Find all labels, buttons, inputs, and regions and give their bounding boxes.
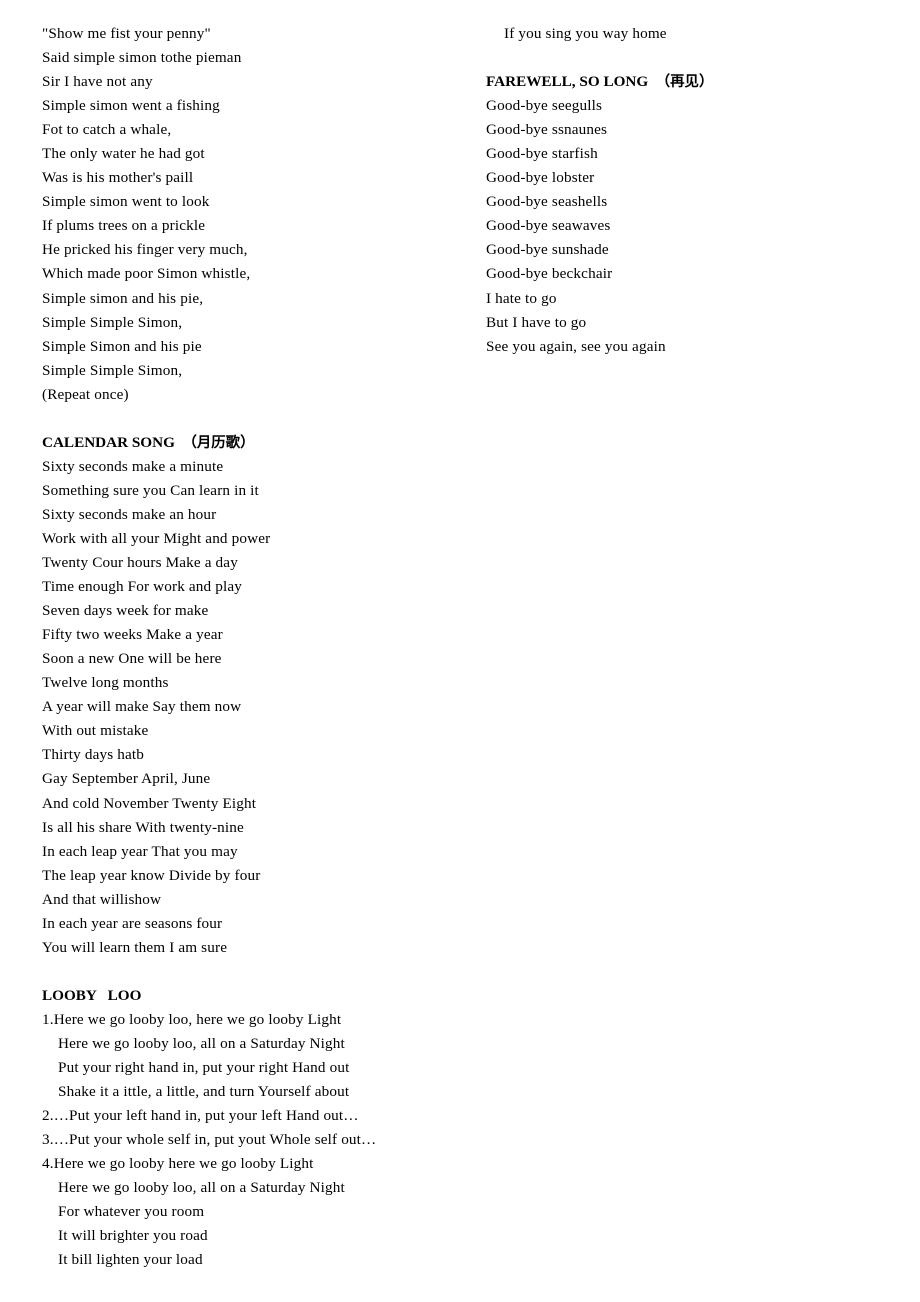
lyric-line: Sixty seconds make a minute <box>42 457 224 475</box>
lyric-line: And cold November Twenty Eight <box>42 794 257 812</box>
lyric-line: Simple simon and his pie, <box>42 289 204 307</box>
lyric-line: But I have to go <box>486 313 587 331</box>
lyric-line: Thirty days hatb <box>42 746 144 764</box>
lyric-line: Is all his share With twenty-nine <box>42 818 244 836</box>
verse-line: 1.Here we go looby loo, here we go looby… <box>42 1010 342 1028</box>
lyric-line: Good-bye beckchair <box>486 265 613 283</box>
lyric-line: Twenty Cour hours Make a day <box>42 554 238 572</box>
lyric-line: Twelve long months <box>42 674 169 692</box>
lyric-line: Good-bye seawaves <box>486 217 611 235</box>
lyric-line: Fifty two weeks Make a year <box>42 626 223 644</box>
right-text-column: If you sing you way home FAREWELL, SO LO… <box>486 22 886 359</box>
lyric-line: A year will make Say them now <box>42 698 242 716</box>
left-text-column: "Show me fist your penny" Said simple si… <box>42 22 462 1272</box>
calendar-song-heading-cjk: （月历歌） <box>182 434 255 451</box>
lyric-line: Which made poor Simon whistle, <box>42 265 251 283</box>
calendar-song-block: CALENDAR SONG （月历歌） Sixty seconds make a… <box>42 431 462 960</box>
lyric-line: He pricked his finger very much, <box>42 241 248 259</box>
looby-loo-heading: LOOBY LOO <box>42 986 142 1004</box>
lyric-line: Seven days week for make <box>42 602 209 620</box>
lyric-line: I hate to go <box>486 289 557 307</box>
lyric-line: If you sing you way home <box>504 25 667 42</box>
lyric-line: In each year are seasons four <box>42 914 223 932</box>
lyric-line: Good-bye lobster <box>486 169 595 187</box>
lyric-line: You will learn them I am sure <box>42 938 228 956</box>
verse-line: Here we go looby loo, all on a Saturday … <box>58 1034 345 1052</box>
farewell-so-long-heading: FAREWELL, SO LONG （再见） <box>486 70 886 94</box>
lyric-line: Gay September April, June <box>42 770 211 788</box>
farewell-heading-cjk: （再见） <box>655 74 714 91</box>
lyric-line: Was is his mother's paill <box>42 169 194 187</box>
lyric-line: The leap year know Divide by four <box>42 866 261 884</box>
previous-song-tail-block: If you sing you way home <box>486 22 886 46</box>
lyric-line: Said simple simon tothe pieman <box>42 49 242 67</box>
lyric-line: Something sure you Can learn in it <box>42 481 259 499</box>
lyric-line: (Repeat once) <box>42 385 129 403</box>
lyric-line: Simple Simon and his pie <box>42 337 202 355</box>
farewell-so-long-block: FAREWELL, SO LONG （再见） Good-bye seegulls… <box>486 70 886 359</box>
verse-line: It will brighter you road <box>58 1227 208 1245</box>
lyric-line: And that willishow <box>42 890 162 908</box>
lyric-line: Sir I have not any <box>42 73 153 91</box>
lyric-line: See you again, see you again <box>486 337 666 355</box>
verse-line: Put your right hand in, put your right H… <box>58 1059 350 1077</box>
lyric-line: Simple Simple Simon, <box>42 313 183 331</box>
verse-line: 4.Here we go looby here we go looby Ligh… <box>42 1155 314 1173</box>
lyric-line: Work with all your Might and power <box>42 529 271 547</box>
lyric-line: "Show me fist your penny" <box>42 25 211 42</box>
verse-line: 2.…Put your left hand in, put your left … <box>42 1107 359 1125</box>
verse-line: 3.…Put your whole self in, put yout Whol… <box>42 1131 377 1149</box>
verse-line: It bill lighten your load <box>58 1251 203 1269</box>
lyric-line: Fot to catch a whale, <box>42 121 172 139</box>
lyric-line: Good-bye starfish <box>486 145 598 163</box>
lyric-line: Good-bye seashells <box>486 193 608 211</box>
lyric-line: Sixty seconds make an hour <box>42 505 217 523</box>
lyric-line: Good-bye ssnaunes <box>486 121 608 139</box>
lyric-line: Time enough For work and play <box>42 578 243 596</box>
document-page: "Show me fist your penny" Said simple si… <box>0 0 920 1302</box>
looby-loo-song-block: LOOBY LOO 1.Here we go looby loo, here w… <box>42 984 462 1273</box>
calendar-song-heading-title: CALENDAR SONG <box>42 433 175 451</box>
lyric-line: Simple simon went to look <box>42 193 210 211</box>
simple-simon-song-block: "Show me fist your penny" Said simple si… <box>42 22 462 407</box>
lyric-line: With out mistake <box>42 722 149 740</box>
lyric-line: The only water he had got <box>42 145 205 163</box>
verse-line: Shake it a ittle, a little, and turn You… <box>58 1083 350 1101</box>
calendar-song-heading: CALENDAR SONG （月历歌） <box>42 431 462 455</box>
lyric-line: Good-bye sunshade <box>486 241 609 259</box>
lyric-line: Simple simon went a fishing <box>42 97 220 115</box>
lyric-line: Simple Simple Simon, <box>42 361 183 379</box>
lyric-line: Soon a new One will be here <box>42 650 222 668</box>
lyric-line: In each leap year That you may <box>42 842 238 860</box>
verse-line: For whatever you room <box>58 1203 205 1221</box>
verse-line: Here we go looby loo, all on a Saturday … <box>58 1179 345 1197</box>
lyric-line: If plums trees on a prickle <box>42 217 206 235</box>
lyric-line: Good-bye seegulls <box>486 97 603 115</box>
farewell-heading-title: FAREWELL, SO LONG <box>486 73 649 91</box>
